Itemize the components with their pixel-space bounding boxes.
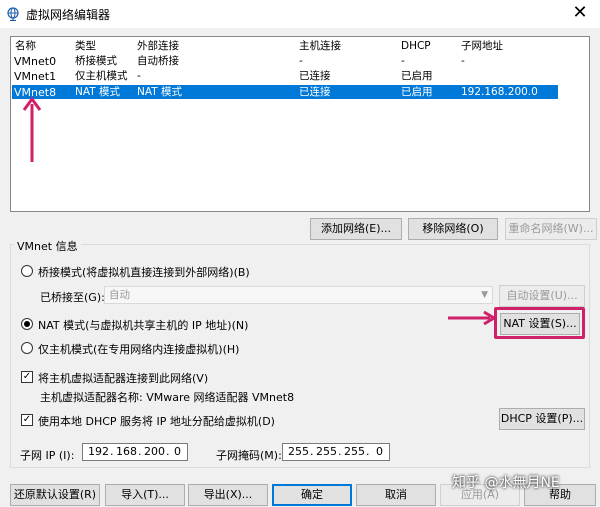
nat-mode-radio[interactable] <box>21 318 33 330</box>
col-header-subnet[interactable]: 子网地址 <box>461 40 503 53</box>
table-cell: NAT 模式 <box>137 86 182 98</box>
dhcp-settings-button[interactable]: DHCP 设置(P)... <box>499 408 585 430</box>
subnet-ip-octet: 168 <box>116 445 137 458</box>
bridged-to-select[interactable]: 自动 ▼ <box>104 286 493 304</box>
table-cell: 192.168.200.0 <box>461 86 538 98</box>
dhcp-checkbox[interactable]: ✓ <box>21 414 33 426</box>
connect-adapter-label[interactable]: 将主机虚拟适配器连接到此网络(V) <box>38 370 208 386</box>
subnet-ip-label: 子网 IP (I): <box>20 449 75 462</box>
subnet-ip-octet: 200 <box>144 445 165 458</box>
col-header-external[interactable]: 外部连接 <box>137 40 179 53</box>
subnet-ip-octet: 0 <box>174 445 181 458</box>
subnet-mask-input[interactable]: 255 . 255 . 255 . 0 <box>282 443 390 461</box>
col-header-dhcp[interactable]: DHCP <box>401 40 431 53</box>
ok-button[interactable]: 确定 <box>272 484 352 506</box>
add-network-button[interactable]: 添加网络(E)... <box>310 218 402 240</box>
table-row-vmnet0-name[interactable]: VMnet0 <box>14 55 56 68</box>
annotation-arrow-right-icon <box>448 310 497 326</box>
rename-network-button[interactable]: 重命名网络(W)... <box>505 218 597 240</box>
subnet-mask-octet: 255 <box>288 445 309 458</box>
adapter-name-text: 主机虚拟适配器名称: VMware 网络适配器 VMnet8 <box>40 391 295 404</box>
hostonly-mode-label[interactable]: 仅主机模式(在专用网络内连接虚拟机)(H) <box>38 341 239 357</box>
annotation-arrow-up-icon <box>22 96 42 162</box>
col-header-host[interactable]: 主机连接 <box>299 40 341 53</box>
ip-dot: . <box>138 445 142 458</box>
table-row-vmnet1-name[interactable]: VMnet1 <box>14 70 56 83</box>
vmnet-info-title: VMnet 信息 <box>14 238 81 254</box>
ip-dot: . <box>310 445 314 458</box>
subnet-mask-octet: 255 <box>316 445 337 458</box>
cancel-button[interactable]: 取消 <box>356 484 436 506</box>
subnet-ip-input[interactable]: 192 . 168 . 200 . 0 <box>82 443 188 461</box>
auto-settings-button[interactable]: 自动设置(U)... <box>499 285 585 307</box>
connect-adapter-checkbox[interactable]: ✓ <box>21 371 33 383</box>
watermark-text: 知乎 @水無月NE <box>452 475 560 491</box>
subnet-ip-octet: 192 <box>88 445 109 458</box>
col-header-type[interactable]: 类型 <box>75 40 96 53</box>
ip-dot: . <box>110 445 114 458</box>
ip-dot: . <box>338 445 342 458</box>
table-cell: - <box>461 55 465 67</box>
col-header-name[interactable]: 名称 <box>15 40 36 53</box>
network-globe-icon <box>7 7 19 21</box>
table-cell: 已启用 <box>401 86 433 98</box>
table-cell: 自动桥接 <box>137 55 179 67</box>
window-title: 虚拟网络编辑器 <box>26 8 111 22</box>
subnet-mask-octet: 255 <box>344 445 365 458</box>
hostonly-mode-radio[interactable] <box>21 342 33 354</box>
bridge-mode-label[interactable]: 桥接模式(将虚拟机直接连接到外部网络)(B) <box>38 264 250 280</box>
bridged-to-label: 已桥接至(G): <box>40 291 105 304</box>
import-button[interactable]: 导入(T)... <box>105 484 185 506</box>
subnet-mask-label: 子网掩码(M): <box>216 449 282 462</box>
subnet-mask-octet: 0 <box>376 445 383 458</box>
nat-mode-label[interactable]: NAT 模式(与虚拟机共享主机的 IP 地址)(N) <box>38 317 248 333</box>
table-cell: - <box>401 55 405 67</box>
chevron-down-icon: ▼ <box>481 290 488 300</box>
annotation-highlight-box <box>494 307 585 339</box>
ip-dot: . <box>366 445 370 458</box>
table-cell: - <box>299 55 303 67</box>
table-cell: NAT 模式 <box>75 86 120 98</box>
table-cell: 已连接 <box>299 70 331 82</box>
bridge-mode-radio[interactable] <box>21 265 33 277</box>
dhcp-label[interactable]: 使用本地 DHCP 服务将 IP 地址分配给虚拟机(D) <box>38 413 275 429</box>
table-cell: 桥接模式 <box>75 55 117 67</box>
table-cell: 已连接 <box>299 86 331 98</box>
table-cell: 仅主机模式 <box>75 70 128 82</box>
remove-network-button[interactable]: 移除网络(O) <box>408 218 498 240</box>
table-cell: 已启用 <box>401 70 433 82</box>
restore-defaults-button[interactable]: 还原默认设置(R) <box>10 484 100 506</box>
ip-dot: . <box>166 445 170 458</box>
network-list[interactable]: 名称 类型 外部连接 主机连接 DHCP 子网地址 VMnet0 桥接模式 自动… <box>10 36 590 212</box>
bridged-to-value: 自动 <box>109 289 130 301</box>
table-cell: - <box>137 70 141 82</box>
close-icon[interactable]: ✕ <box>568 2 592 24</box>
export-button[interactable]: 导出(X)... <box>188 484 268 506</box>
